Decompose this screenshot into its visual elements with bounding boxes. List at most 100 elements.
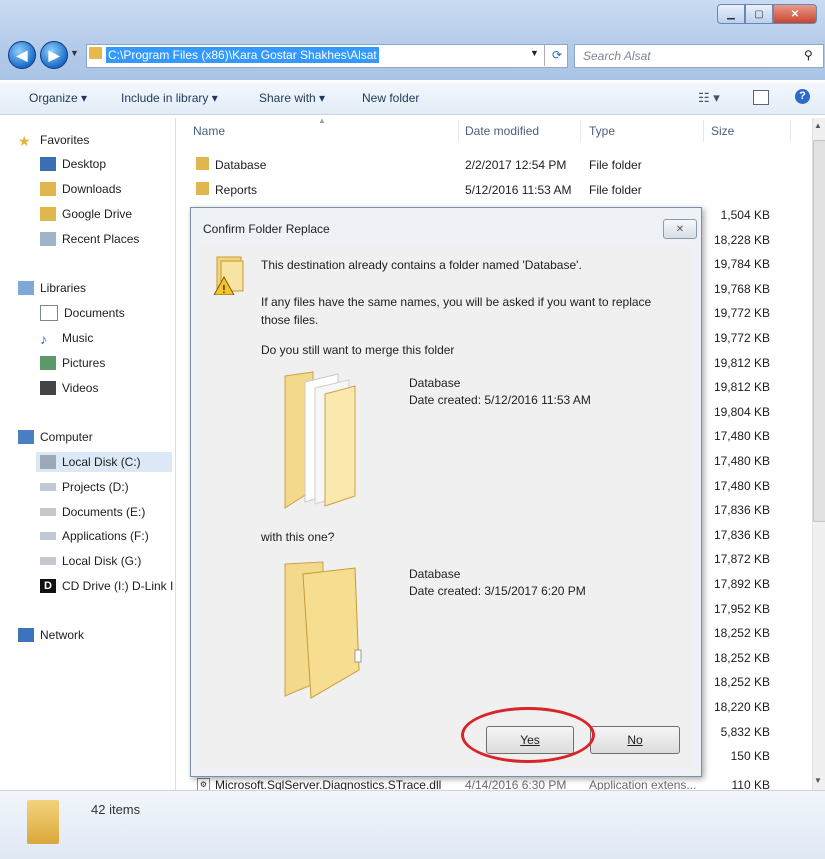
folder-icon <box>89 47 102 59</box>
search-icon[interactable]: ⚲ <box>804 48 813 62</box>
sidebar-item-recent-places[interactable]: Recent Places <box>40 229 139 249</box>
preview-pane-icon[interactable] <box>753 90 769 105</box>
sidebar-item-projects-d[interactable]: Projects (D:) <box>40 477 129 497</box>
sidebar-label: Projects (D:) <box>62 480 129 494</box>
sidebar-item-google-drive[interactable]: Google Drive <box>40 204 132 224</box>
sidebar-item-videos[interactable]: Videos <box>40 378 98 398</box>
file-date: 5/12/2016 11:53 AM <box>465 183 572 197</box>
sidebar-favorites[interactable]: ★ Favorites <box>18 130 89 150</box>
refresh-icon[interactable]: ⟳ <box>544 44 569 66</box>
drive-icon <box>40 483 56 491</box>
file-size: 17,480 KB <box>713 478 770 493</box>
column-date-header[interactable]: Date modified <box>465 124 539 138</box>
source-folder-icon <box>283 370 363 510</box>
file-size: 19,812 KB <box>713 355 770 370</box>
file-size: 5,832 KB <box>720 724 770 739</box>
minimize-button[interactable]: ▁ <box>717 4 745 24</box>
file-size: 17,952 KB <box>713 601 770 616</box>
file-size: 1,504 KB <box>720 208 770 222</box>
history-dropdown-icon[interactable]: ▼ <box>70 48 79 58</box>
include-in-library-button[interactable]: Include in library ▾ <box>121 91 218 105</box>
svg-text:!: ! <box>222 283 226 295</box>
file-size: 18,228 KB <box>713 232 770 247</box>
file-type: File folder <box>589 158 642 172</box>
file-size: 17,836 KB <box>713 527 770 542</box>
file-size: 18,252 KB <box>713 650 770 665</box>
details-pane <box>0 790 825 859</box>
file-date: 2/2/2017 12:54 PM <box>465 158 567 172</box>
file-name[interactable]: Database <box>215 158 266 172</box>
sidebar-label: Recent Places <box>62 232 140 246</box>
sidebar-libraries[interactable]: Libraries <box>18 278 86 298</box>
sidebar-item-cd-drive[interactable]: D CD Drive (I:) D-Link I <box>40 576 174 596</box>
sidebar-label: Local Disk (C:) <box>62 455 141 469</box>
desktop-icon <box>40 157 56 171</box>
forward-button[interactable]: ▶ <box>40 41 68 69</box>
scrollbar-thumb[interactable] <box>813 140 825 522</box>
no-button[interactable]: No <box>590 726 680 754</box>
sidebar-item-applications-f[interactable]: Applications (F:) <box>40 526 149 546</box>
file-size: 17,892 KB <box>713 577 770 591</box>
sidebar-label: Local Disk (G:) <box>62 554 142 568</box>
help-icon[interactable]: ? <box>795 89 810 104</box>
maximize-button[interactable]: ▢ <box>745 4 773 24</box>
column-size-header[interactable]: Size <box>711 124 734 138</box>
close-button[interactable]: ✕ <box>773 4 817 24</box>
sidebar-label: Favorites <box>40 133 90 147</box>
file-size: 19,772 KB <box>713 331 770 345</box>
window-controls: ▁ ▢ ✕ <box>717 4 817 24</box>
sidebar-item-local-disk-c[interactable]: Local Disk (C:) <box>36 452 172 472</box>
folder-large-icon <box>27 800 59 844</box>
sidebar-item-documents-e[interactable]: Documents (E:) <box>40 502 145 522</box>
sidebar-label: Downloads <box>62 182 122 196</box>
sidebar-label: Desktop <box>62 157 107 171</box>
drive-icon <box>40 508 56 516</box>
videos-icon <box>40 381 56 395</box>
file-size: 19,784 KB <box>713 257 770 272</box>
destination-folder-icon <box>283 560 373 700</box>
sidebar-label: Computer <box>40 430 93 444</box>
column-type-header[interactable]: Type <box>589 124 615 138</box>
sidebar-item-music[interactable]: ♪ Music <box>40 328 93 348</box>
file-size: 17,836 KB <box>713 503 770 518</box>
item-count: 42 items <box>91 802 141 817</box>
column-divider <box>580 120 581 142</box>
file-size: 18,220 KB <box>713 700 770 714</box>
sidebar-network[interactable]: Network <box>18 625 84 645</box>
view-options-icon[interactable]: ☷ ▾ <box>698 90 720 106</box>
destination-folder-date: Date created: 3/15/2017 6:20 PM <box>409 584 586 598</box>
sidebar-label: CD Drive (I:) D-Link I <box>62 579 174 593</box>
file-size: 17,480 KB <box>713 429 770 444</box>
dialog-note: If any files have the same names, you wi… <box>261 295 652 327</box>
sidebar-item-pictures[interactable]: Pictures <box>40 353 105 373</box>
scroll-down-icon[interactable]: ▼ <box>814 776 822 785</box>
computer-icon <box>18 430 34 444</box>
drive-icon <box>40 557 56 565</box>
organize-button[interactable]: Organize ▾ <box>29 91 87 105</box>
scroll-up-icon[interactable]: ▲ <box>814 121 822 130</box>
column-divider <box>458 120 459 142</box>
sidebar-item-local-disk-g[interactable]: Local Disk (G:) <box>40 551 141 571</box>
pane-divider[interactable] <box>175 118 176 790</box>
column-divider <box>703 120 704 142</box>
sidebar-item-downloads[interactable]: Downloads <box>40 179 121 199</box>
dialog-question: Do you still want to merge this folder <box>261 343 455 357</box>
folder-icon <box>196 157 209 170</box>
warning-folder-icon: ! <box>211 255 245 296</box>
new-folder-button[interactable]: New folder <box>362 91 419 105</box>
address-path[interactable]: C:\Program Files (x86)\Kara Gostar Shakh… <box>106 47 379 63</box>
back-button[interactable]: ◀ <box>8 41 36 69</box>
sidebar-item-documents[interactable]: Documents <box>40 303 125 323</box>
file-size: 19,772 KB <box>713 306 770 321</box>
file-name[interactable]: Reports <box>215 183 257 197</box>
sidebar-computer[interactable]: Computer <box>18 427 93 447</box>
search-placeholder: Search Alsat <box>583 49 651 63</box>
column-name-header[interactable]: Name <box>193 124 225 138</box>
dialog-close-button[interactable]: ✕ <box>663 219 697 239</box>
address-dropdown-icon[interactable]: ▼ <box>530 48 539 58</box>
annotation-circle <box>461 707 595 763</box>
sidebar-item-desktop[interactable]: Desktop <box>40 154 106 174</box>
sidebar-label: Documents (E:) <box>62 505 146 519</box>
sidebar-label: Libraries <box>40 281 87 295</box>
share-with-button[interactable]: Share with ▾ <box>259 91 325 105</box>
